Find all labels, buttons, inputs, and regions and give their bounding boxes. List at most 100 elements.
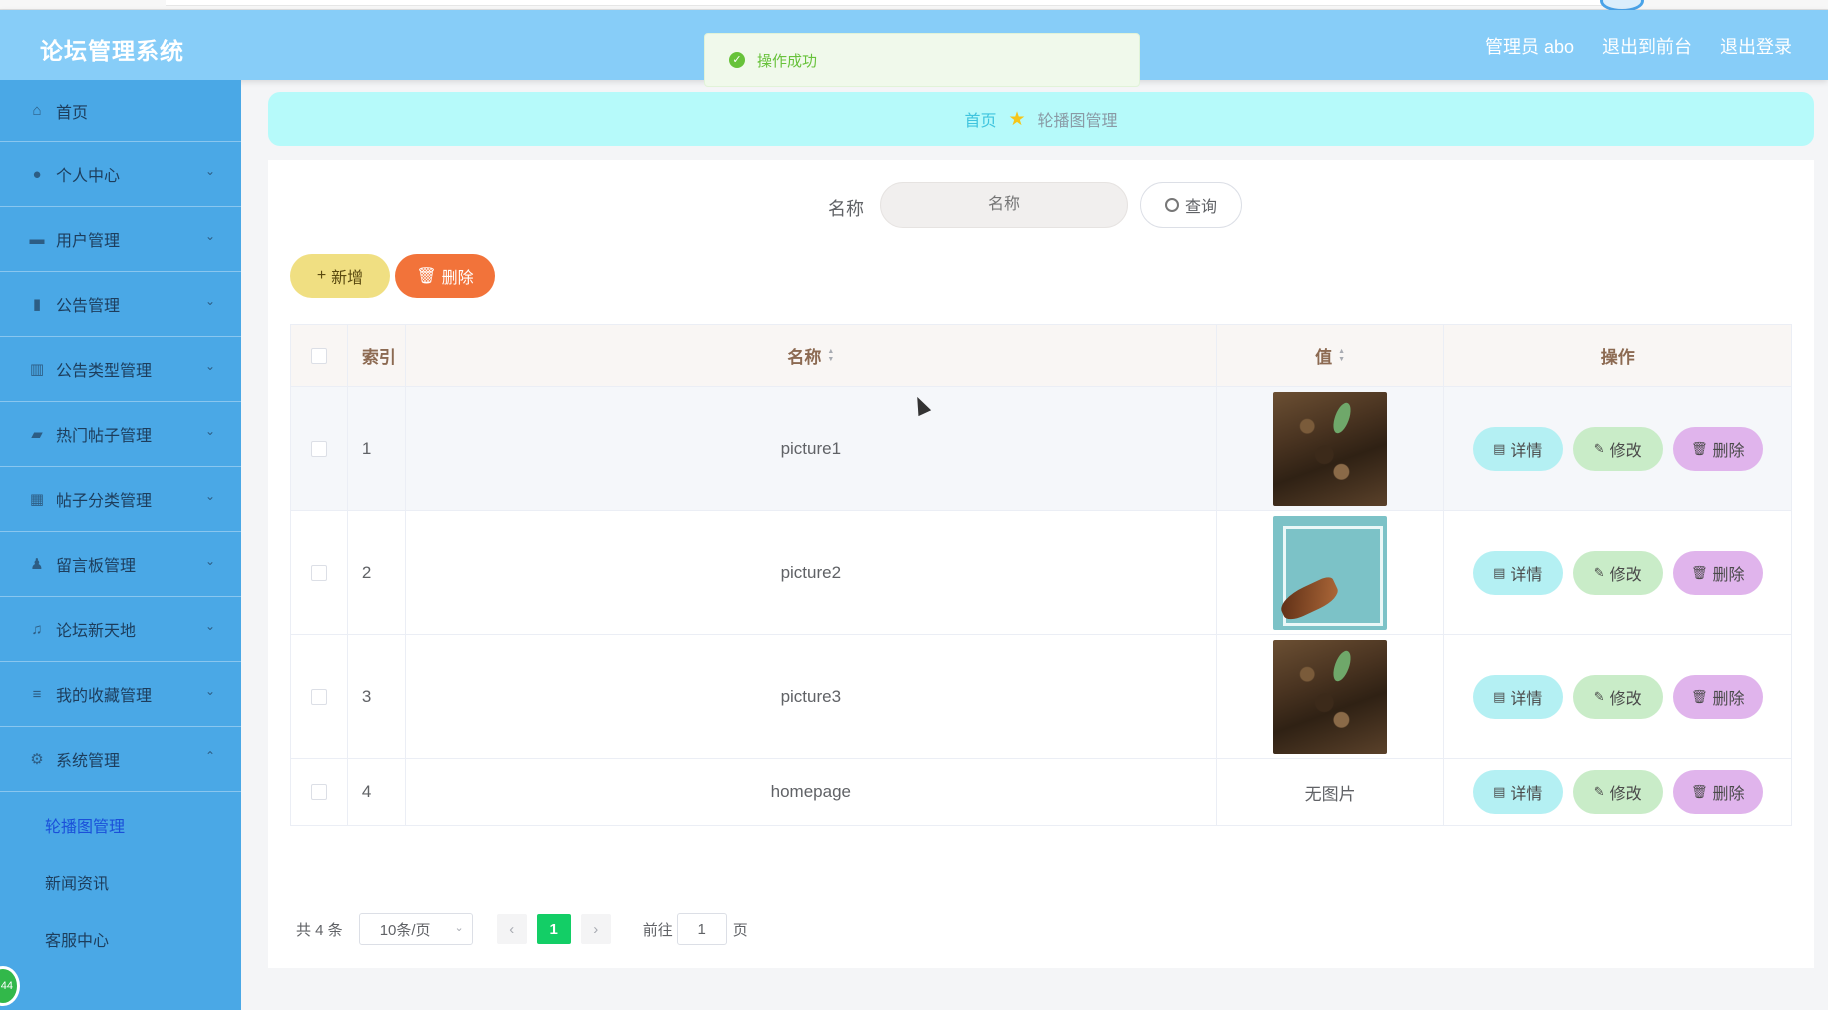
page-number-current[interactable]: 1: [536, 914, 571, 944]
header-ops: 操作: [1600, 348, 1635, 367]
sidebar-item-notices[interactable]: ▮ 公告管理 ⌄: [0, 272, 241, 337]
table-row: 2 picture2 ▤ 详情 ✎ 修改 🗑 删除: [291, 511, 1791, 635]
row-checkbox[interactable]: [310, 784, 327, 800]
breadcrumb-home[interactable]: 首页: [964, 107, 996, 131]
sidebar-item-label: 系统管理: [56, 753, 121, 770]
exit-to-front-link[interactable]: 退出到前台: [1602, 33, 1692, 59]
edit-label: 修改: [1609, 786, 1642, 803]
sidebar-item-label: 首页: [56, 104, 89, 122]
sort-icon[interactable]: ▲ ▼: [1338, 348, 1345, 364]
search-icon: [1164, 198, 1179, 212]
header-value[interactable]: 值 ▲ ▼: [1217, 325, 1445, 386]
submenu-item-news[interactable]: 新闻资讯: [0, 853, 241, 910]
document-icon: ▤: [1493, 564, 1506, 580]
breadcrumb-current: 轮播图管理: [1037, 113, 1118, 130]
document-icon: ▤: [1493, 440, 1506, 456]
plus-icon: +: [316, 267, 327, 284]
carousel-table: 索引 名称 ▲ ▼ 值 ▲ ▼ 操作 1 picture1 ▤ 详情 ✎ 修改 🗑 删除: [290, 324, 1792, 826]
row-name: picture2: [406, 511, 1217, 634]
row-value: 无图片: [1217, 759, 1445, 825]
admin-name: 管理员 abo: [1484, 37, 1574, 57]
edit-button[interactable]: ✎ 修改: [1572, 426, 1663, 471]
coffee-beans-thumbnail[interactable]: [1273, 391, 1388, 506]
edit-button[interactable]: ✎ 修改: [1572, 674, 1663, 719]
sidebar-item-home[interactable]: ⌂ 首页: [0, 80, 241, 142]
chevron-down-icon: ⌄: [204, 619, 215, 633]
page-size-select[interactable]: 10条/页 ⌄: [358, 913, 473, 945]
table-row: 4 homepage 无图片 ▤ 详情 ✎ 修改 🗑 删除: [291, 759, 1791, 825]
sidebar-item-notice-types[interactable]: ▥ 公告类型管理 ⌄: [0, 337, 241, 402]
add-button-label: 新增: [331, 270, 364, 287]
edit-label: 修改: [1609, 690, 1642, 708]
coffee-splash-thumbnail[interactable]: [1273, 515, 1388, 630]
star-icon: ★: [1008, 108, 1026, 130]
row-value: [1217, 387, 1445, 510]
select-all-checkbox[interactable]: [310, 347, 327, 364]
pencil-icon: ✎: [1593, 564, 1605, 580]
chevron-down-icon: ⌄: [204, 684, 215, 698]
document-icon: ▤: [1493, 688, 1506, 704]
microphone-icon: ♫: [31, 620, 43, 638]
sidebar-item-post-categories[interactable]: ▦ 帖子分类管理 ⌄: [0, 467, 241, 532]
header-index: 索引: [348, 325, 406, 386]
detail-label: 详情: [1510, 442, 1543, 460]
sidebar-item-forum-world[interactable]: ♫ 论坛新天地 ⌄: [0, 597, 241, 662]
sidebar-item-hot-posts[interactable]: ▰ 热门帖子管理 ⌄: [0, 402, 241, 467]
search-button-label: 查询: [1184, 199, 1217, 216]
next-page-button[interactable]: ›: [580, 914, 611, 944]
pencil-icon: ✎: [1593, 784, 1605, 799]
sidebar-item-message-board[interactable]: ♟ 留言板管理 ⌄: [0, 532, 241, 597]
toast-message: 操作成功: [757, 52, 818, 70]
detail-button[interactable]: ▤ 详情: [1472, 550, 1563, 595]
search-label: 名称: [828, 199, 864, 219]
detail-button[interactable]: ▤ 详情: [1472, 426, 1563, 471]
delete-button[interactable]: 🗑 删除: [1672, 550, 1763, 595]
row-checkbox-cell: [291, 759, 348, 825]
add-button[interactable]: + 新增: [290, 254, 390, 298]
id-card-icon: ▬: [29, 230, 45, 248]
submenu-item-carousel[interactable]: 轮播图管理: [0, 796, 241, 853]
floating-chat-badge[interactable]: 44: [0, 966, 20, 1006]
sidebar-item-system[interactable]: ⚙ 系统管理 ⌃: [0, 727, 241, 792]
sidebar-item-favorites[interactable]: ≡ 我的收藏管理 ⌄: [0, 662, 241, 727]
trash-icon: 🗑: [1690, 564, 1708, 580]
delete-button[interactable]: 🗑 删除: [1672, 426, 1763, 471]
goto-page-input[interactable]: [676, 913, 727, 945]
delete-button[interactable]: 🗑 删除: [1672, 770, 1763, 814]
list-icon: ≡: [32, 685, 42, 703]
edit-label: 修改: [1609, 442, 1642, 460]
logout-link[interactable]: 退出登录: [1720, 33, 1792, 59]
submenu-item-customer-service[interactable]: 客服中心: [0, 910, 241, 967]
delete-label: 删除: [1712, 566, 1745, 584]
header-name[interactable]: 名称 ▲ ▼: [406, 325, 1217, 386]
chevron-down-icon: ⌄: [204, 489, 215, 503]
row-checkbox[interactable]: [310, 688, 327, 705]
sidebar-item-label: 帖子分类管理: [56, 493, 153, 510]
delete-button[interactable]: 🗑 删除: [1672, 674, 1763, 719]
prev-page-button[interactable]: ‹: [496, 914, 527, 944]
row-name: picture1: [406, 387, 1217, 510]
row-index: 4: [348, 759, 406, 825]
table-row: 3 picture3 ▤ 详情 ✎ 修改 🗑 删除: [291, 635, 1791, 759]
row-ops: ▤ 详情 ✎ 修改 🗑 删除: [1444, 635, 1791, 758]
sort-icon[interactable]: ▲ ▼: [827, 348, 834, 364]
detail-button[interactable]: ▤ 详情: [1472, 770, 1563, 814]
detail-label: 详情: [1510, 690, 1543, 708]
search-button[interactable]: 查询: [1140, 182, 1242, 228]
row-index: 3: [348, 635, 406, 758]
row-name: homepage: [406, 759, 1217, 825]
edit-button[interactable]: ✎ 修改: [1572, 550, 1663, 595]
trash-icon: 🗑: [416, 268, 437, 285]
sidebar-item-users[interactable]: ▬ 用户管理 ⌄: [0, 207, 241, 272]
coffee-beans-thumbnail[interactable]: [1273, 639, 1388, 754]
row-checkbox[interactable]: [310, 440, 327, 457]
sidebar-item-personal[interactable]: ● 个人中心 ⌄: [0, 142, 241, 207]
edit-button[interactable]: ✎ 修改: [1572, 770, 1663, 814]
detail-button[interactable]: ▤ 详情: [1472, 674, 1563, 719]
batch-delete-button[interactable]: 🗑 删除: [395, 254, 495, 298]
search-input[interactable]: [880, 182, 1128, 228]
sidebar-item-label: 公告类型管理: [56, 363, 153, 380]
row-checkbox[interactable]: [310, 564, 327, 581]
edit-label: 修改: [1609, 566, 1642, 584]
content-panel: 名称 查询 + 新增 🗑 删除 索引 名称 ▲▼ 值 ▲▼ 操作: [268, 160, 1814, 968]
